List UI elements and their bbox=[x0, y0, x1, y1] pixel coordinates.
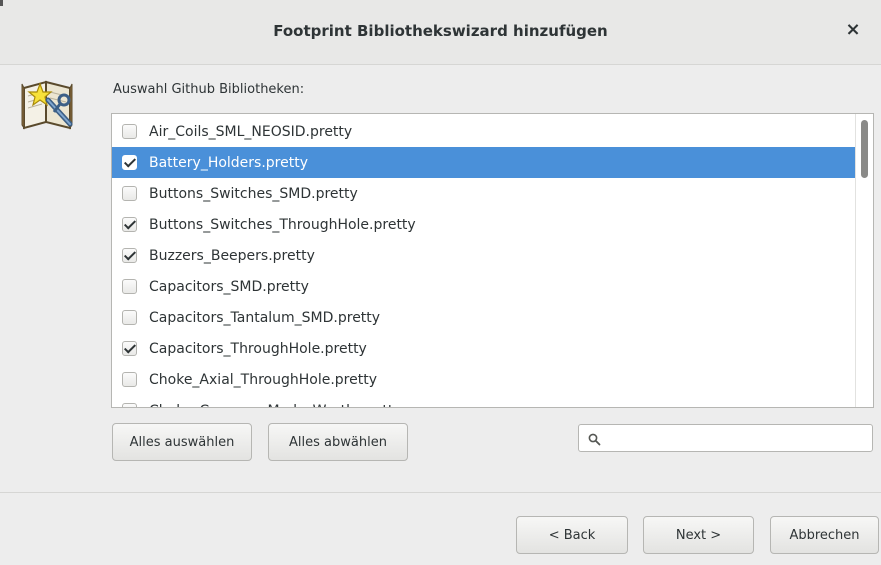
list-item[interactable]: Buttons_Switches_ThroughHole.pretty bbox=[112, 209, 855, 240]
list-item-checkbox[interactable] bbox=[122, 186, 137, 201]
wizard-book-wand-icon bbox=[18, 70, 80, 130]
title-bar: Footprint Bibliothekswizard hinzufügen × bbox=[0, 0, 881, 65]
list-item-checkbox[interactable] bbox=[122, 248, 137, 263]
cancel-button[interactable]: Abbrechen bbox=[770, 516, 879, 554]
scrollbar-thumb[interactable] bbox=[861, 120, 868, 178]
back-button[interactable]: < Back bbox=[516, 516, 628, 554]
list-item-label: Buttons_Switches_ThroughHole.pretty bbox=[149, 216, 416, 233]
list-item-label: Capacitors_SMD.pretty bbox=[149, 278, 309, 295]
list-item[interactable]: Capacitors_ThroughHole.pretty bbox=[112, 333, 855, 364]
list-item-label: Buttons_Switches_SMD.pretty bbox=[149, 185, 358, 202]
window-corner-mark bbox=[0, 0, 3, 6]
list-item-checkbox[interactable] bbox=[122, 341, 137, 356]
list-item-label: Air_Coils_SML_NEOSID.pretty bbox=[149, 123, 353, 140]
list-item-checkbox[interactable] bbox=[122, 403, 137, 407]
list-item-checkbox[interactable] bbox=[122, 279, 137, 294]
list-item[interactable]: Choke_Axial_ThroughHole.pretty bbox=[112, 364, 855, 395]
list-item[interactable]: Air_Coils_SML_NEOSID.pretty bbox=[112, 116, 855, 147]
library-list-label: Auswahl Github Bibliotheken: bbox=[113, 82, 305, 97]
list-scrollbar[interactable] bbox=[855, 114, 873, 407]
next-button[interactable]: Next > bbox=[643, 516, 754, 554]
search-field[interactable] bbox=[578, 424, 873, 452]
close-button[interactable]: × bbox=[843, 20, 863, 40]
list-item-checkbox[interactable] bbox=[122, 155, 137, 170]
list-item-checkbox[interactable] bbox=[122, 310, 137, 325]
list-item-label: Battery_Holders.pretty bbox=[149, 154, 309, 171]
list-item[interactable]: Buttons_Switches_SMD.pretty bbox=[112, 178, 855, 209]
list-item-label: Capacitors_Tantalum_SMD.pretty bbox=[149, 309, 381, 326]
separator bbox=[0, 492, 881, 493]
list-item-label: Buzzers_Beepers.pretty bbox=[149, 247, 315, 264]
list-item-checkbox[interactable] bbox=[122, 217, 137, 232]
search-icon bbox=[588, 431, 601, 446]
list-item[interactable]: Choke_Common-Mode_Wurth.pretty bbox=[112, 395, 855, 408]
search-input[interactable] bbox=[607, 427, 871, 451]
window-title: Footprint Bibliothekswizard hinzufügen bbox=[273, 22, 608, 40]
list-item-checkbox[interactable] bbox=[122, 372, 137, 387]
list-item[interactable]: Capacitors_SMD.pretty bbox=[112, 271, 855, 302]
list-item[interactable]: Capacitors_Tantalum_SMD.pretty bbox=[112, 302, 855, 333]
list-item-checkbox[interactable] bbox=[122, 124, 137, 139]
list-item-label: Capacitors_ThroughHole.pretty bbox=[149, 340, 367, 357]
list-item[interactable]: Battery_Holders.pretty bbox=[112, 147, 855, 178]
library-list[interactable]: Air_Coils_SML_NEOSID.pretty Battery_Holde… bbox=[111, 113, 874, 408]
close-icon: × bbox=[845, 19, 861, 40]
deselect-all-button[interactable]: Alles abwählen bbox=[268, 423, 408, 461]
list-item-label: Choke_Axial_ThroughHole.pretty bbox=[149, 371, 377, 388]
select-all-button[interactable]: Alles auswählen bbox=[112, 423, 252, 461]
list-item-label: Choke_Common-Mode_Wurth.pretty bbox=[149, 403, 402, 408]
list-item[interactable]: Buzzers_Beepers.pretty bbox=[112, 240, 855, 271]
